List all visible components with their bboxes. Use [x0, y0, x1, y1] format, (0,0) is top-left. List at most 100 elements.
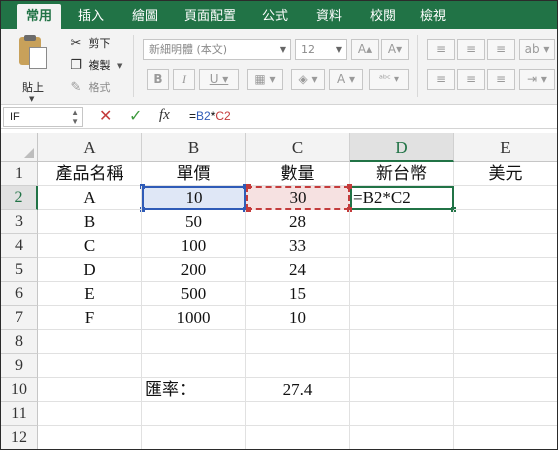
cell-e3[interactable] — [454, 210, 557, 234]
align-bottom-button[interactable]: ≡ — [487, 39, 515, 60]
enter-check-icon[interactable]: ✓ — [129, 106, 142, 125]
cell-e7[interactable] — [454, 306, 557, 330]
tab-home[interactable]: 常用 — [17, 4, 61, 29]
cell-b4[interactable]: 100 — [142, 234, 246, 258]
cell-d3[interactable] — [350, 210, 454, 234]
column-header-d[interactable]: D — [350, 133, 454, 162]
cell-e6[interactable] — [454, 282, 557, 306]
cell-b6[interactable]: 500 — [142, 282, 246, 306]
cell-a3[interactable]: B — [38, 210, 142, 234]
cell-d12[interactable] — [350, 426, 454, 449]
font-name-select[interactable]: 新細明體 (本文) ▼ — [143, 39, 291, 60]
cell-b8[interactable] — [142, 330, 246, 354]
cell-b10[interactable]: 匯率： — [142, 378, 246, 402]
row-header-11[interactable]: 11 — [1, 402, 38, 426]
row-header-2[interactable]: 2 — [1, 186, 38, 210]
cell-d11[interactable] — [350, 402, 454, 426]
italic-button[interactable]: I — [173, 69, 195, 90]
row-header-9[interactable]: 9 — [1, 354, 38, 378]
cell-c11[interactable] — [246, 402, 350, 426]
cell-e11[interactable] — [454, 402, 557, 426]
row-header-8[interactable]: 8 — [1, 330, 38, 354]
cell-c12[interactable] — [246, 426, 350, 449]
paste-button[interactable]: 貼上 ▼ — [11, 35, 55, 103]
cell-e8[interactable] — [454, 330, 557, 354]
cell-d7[interactable] — [350, 306, 454, 330]
tab-formulas[interactable]: 公式 — [253, 4, 297, 29]
cell-e12[interactable] — [454, 426, 557, 449]
cancel-icon[interactable]: ✕ — [99, 106, 112, 125]
cell-d1[interactable]: 新台幣 — [350, 162, 454, 186]
cell-a6[interactable]: E — [38, 282, 142, 306]
indent-button[interactable]: ⇥ ▾ — [519, 69, 555, 90]
row-header-4[interactable]: 4 — [1, 234, 38, 258]
cell-c1[interactable]: 數量 — [246, 162, 350, 186]
cell-c3[interactable]: 28 — [246, 210, 350, 234]
formula-input[interactable]: =B2*C2 — [189, 109, 231, 123]
row-header-6[interactable]: 6 — [1, 282, 38, 306]
align-middle-button[interactable]: ≡ — [457, 39, 485, 60]
cell-d6[interactable] — [350, 282, 454, 306]
row-header-10[interactable]: 10 — [1, 378, 38, 402]
cell-c9[interactable] — [246, 354, 350, 378]
cell-a4[interactable]: C — [38, 234, 142, 258]
align-top-button[interactable]: ≡ — [427, 39, 455, 60]
row-header-5[interactable]: 5 — [1, 258, 38, 282]
cell-c7[interactable]: 10 — [246, 306, 350, 330]
align-right-button[interactable]: ≡ — [487, 69, 515, 90]
cell-c10[interactable]: 27.4 — [246, 378, 350, 402]
align-left-button[interactable]: ≡ — [427, 69, 455, 90]
cell-b3[interactable]: 50 — [142, 210, 246, 234]
tab-draw[interactable]: 繪圖 — [123, 4, 167, 29]
cell-e5[interactable] — [454, 258, 557, 282]
orientation-button[interactable]: ab ▾ — [519, 39, 555, 60]
column-header-b[interactable]: B — [142, 133, 246, 162]
cell-a12[interactable] — [38, 426, 142, 449]
cell-b12[interactable] — [142, 426, 246, 449]
cell-e9[interactable] — [454, 354, 557, 378]
decrease-font-button[interactable]: A▾ — [381, 39, 409, 60]
cell-b7[interactable]: 1000 — [142, 306, 246, 330]
font-color-button[interactable]: A ▾ — [329, 69, 363, 90]
column-header-e[interactable]: E — [454, 133, 557, 162]
cell-e1[interactable]: 美元 — [454, 162, 557, 186]
cell-a11[interactable] — [38, 402, 142, 426]
tab-view[interactable]: 檢視 — [411, 4, 455, 29]
cell-d9[interactable] — [350, 354, 454, 378]
cut-button[interactable]: ✂ 剪下 — [67, 35, 111, 53]
cell-e10[interactable] — [454, 378, 557, 402]
copy-button[interactable]: ❐ 複製 ▼ — [67, 57, 122, 75]
column-header-a[interactable]: A — [38, 133, 142, 162]
tab-insert[interactable]: 插入 — [69, 4, 113, 29]
cell-a1[interactable]: 產品名稱 — [38, 162, 142, 186]
cell-b1[interactable]: 單價 — [142, 162, 246, 186]
cell-a8[interactable] — [38, 330, 142, 354]
cell-d5[interactable] — [350, 258, 454, 282]
cell-b5[interactable]: 200 — [142, 258, 246, 282]
tab-data[interactable]: 資料 — [307, 4, 351, 29]
cell-e4[interactable] — [454, 234, 557, 258]
fill-color-button[interactable]: ◈ ▾ — [291, 69, 325, 90]
cell-c5[interactable]: 24 — [246, 258, 350, 282]
cell-a9[interactable] — [38, 354, 142, 378]
cell-c8[interactable] — [246, 330, 350, 354]
insert-function-icon[interactable]: fx — [159, 107, 170, 124]
tab-page-layout[interactable]: 頁面配置 — [177, 4, 243, 29]
cell-d4[interactable] — [350, 234, 454, 258]
cell-a7[interactable]: F — [38, 306, 142, 330]
cell-c4[interactable]: 33 — [246, 234, 350, 258]
tab-review[interactable]: 校閱 — [361, 4, 405, 29]
cell-b9[interactable] — [142, 354, 246, 378]
cell-a5[interactable]: D — [38, 258, 142, 282]
cell-e2[interactable] — [454, 186, 557, 210]
align-center-button[interactable]: ≡ — [457, 69, 485, 90]
bold-button[interactable]: B — [147, 69, 169, 90]
underline-button[interactable]: U ▾ — [199, 69, 239, 90]
cell-d10[interactable] — [350, 378, 454, 402]
font-size-select[interactable]: 12 ▼ — [295, 39, 347, 60]
cell-c2[interactable]: 30 — [246, 186, 350, 210]
phonetic-button[interactable]: ᵃᵇᶜ ▾ — [369, 69, 409, 90]
increase-font-button[interactable]: A▴ — [351, 39, 379, 60]
row-header-3[interactable]: 3 — [1, 210, 38, 234]
borders-button[interactable]: ▦ ▾ — [247, 69, 283, 90]
